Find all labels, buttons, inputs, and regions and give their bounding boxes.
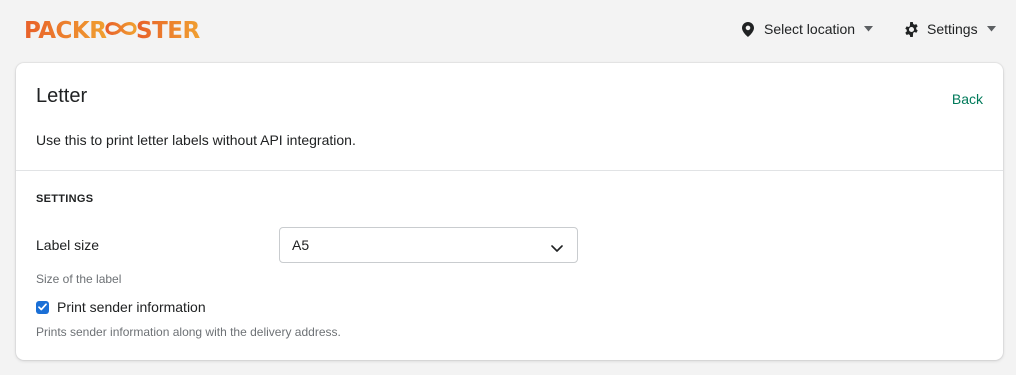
caret-down-icon bbox=[986, 24, 997, 34]
settings-menu[interactable]: Settings bbox=[903, 18, 997, 40]
back-link[interactable]: Back bbox=[952, 91, 983, 107]
print-sender-checkbox[interactable] bbox=[36, 300, 49, 314]
label-size-help: Size of the label bbox=[36, 272, 122, 286]
svg-text:PACKR: PACKR bbox=[24, 18, 107, 44]
caret-down-icon bbox=[864, 24, 874, 34]
checkmark-icon bbox=[38, 303, 47, 311]
map-pin-icon bbox=[740, 21, 756, 37]
label-size-select[interactable]: A5 bbox=[279, 227, 578, 263]
svg-text:STER: STER bbox=[136, 18, 200, 44]
print-sender-help: Prints sender information along with the… bbox=[36, 325, 341, 339]
select-location-label: Select location bbox=[764, 21, 856, 37]
label-size-value: A5 bbox=[292, 237, 310, 253]
label-size-label: Label size bbox=[36, 237, 100, 253]
chevron-down-icon bbox=[551, 240, 563, 252]
select-location-menu[interactable]: Select location bbox=[740, 18, 874, 40]
top-bar: PACKR STER Select location Settings bbox=[0, 0, 1016, 60]
logo-wordmark: PACKR STER bbox=[24, 18, 201, 44]
settings-section-heading: SETTINGS bbox=[36, 193, 94, 205]
packrooster-logo[interactable]: PACKR STER bbox=[24, 14, 214, 44]
section-divider bbox=[16, 170, 1003, 171]
page-title: Letter bbox=[36, 85, 88, 107]
print-sender-label: Print sender information bbox=[57, 299, 206, 315]
letter-settings-card: Letter Back Use this to print letter lab… bbox=[16, 63, 1003, 360]
print-sender-row[interactable]: Print sender information bbox=[36, 299, 206, 315]
gear-icon bbox=[903, 21, 919, 37]
settings-label: Settings bbox=[927, 21, 978, 37]
card-description: Use this to print letter labels without … bbox=[36, 132, 356, 148]
